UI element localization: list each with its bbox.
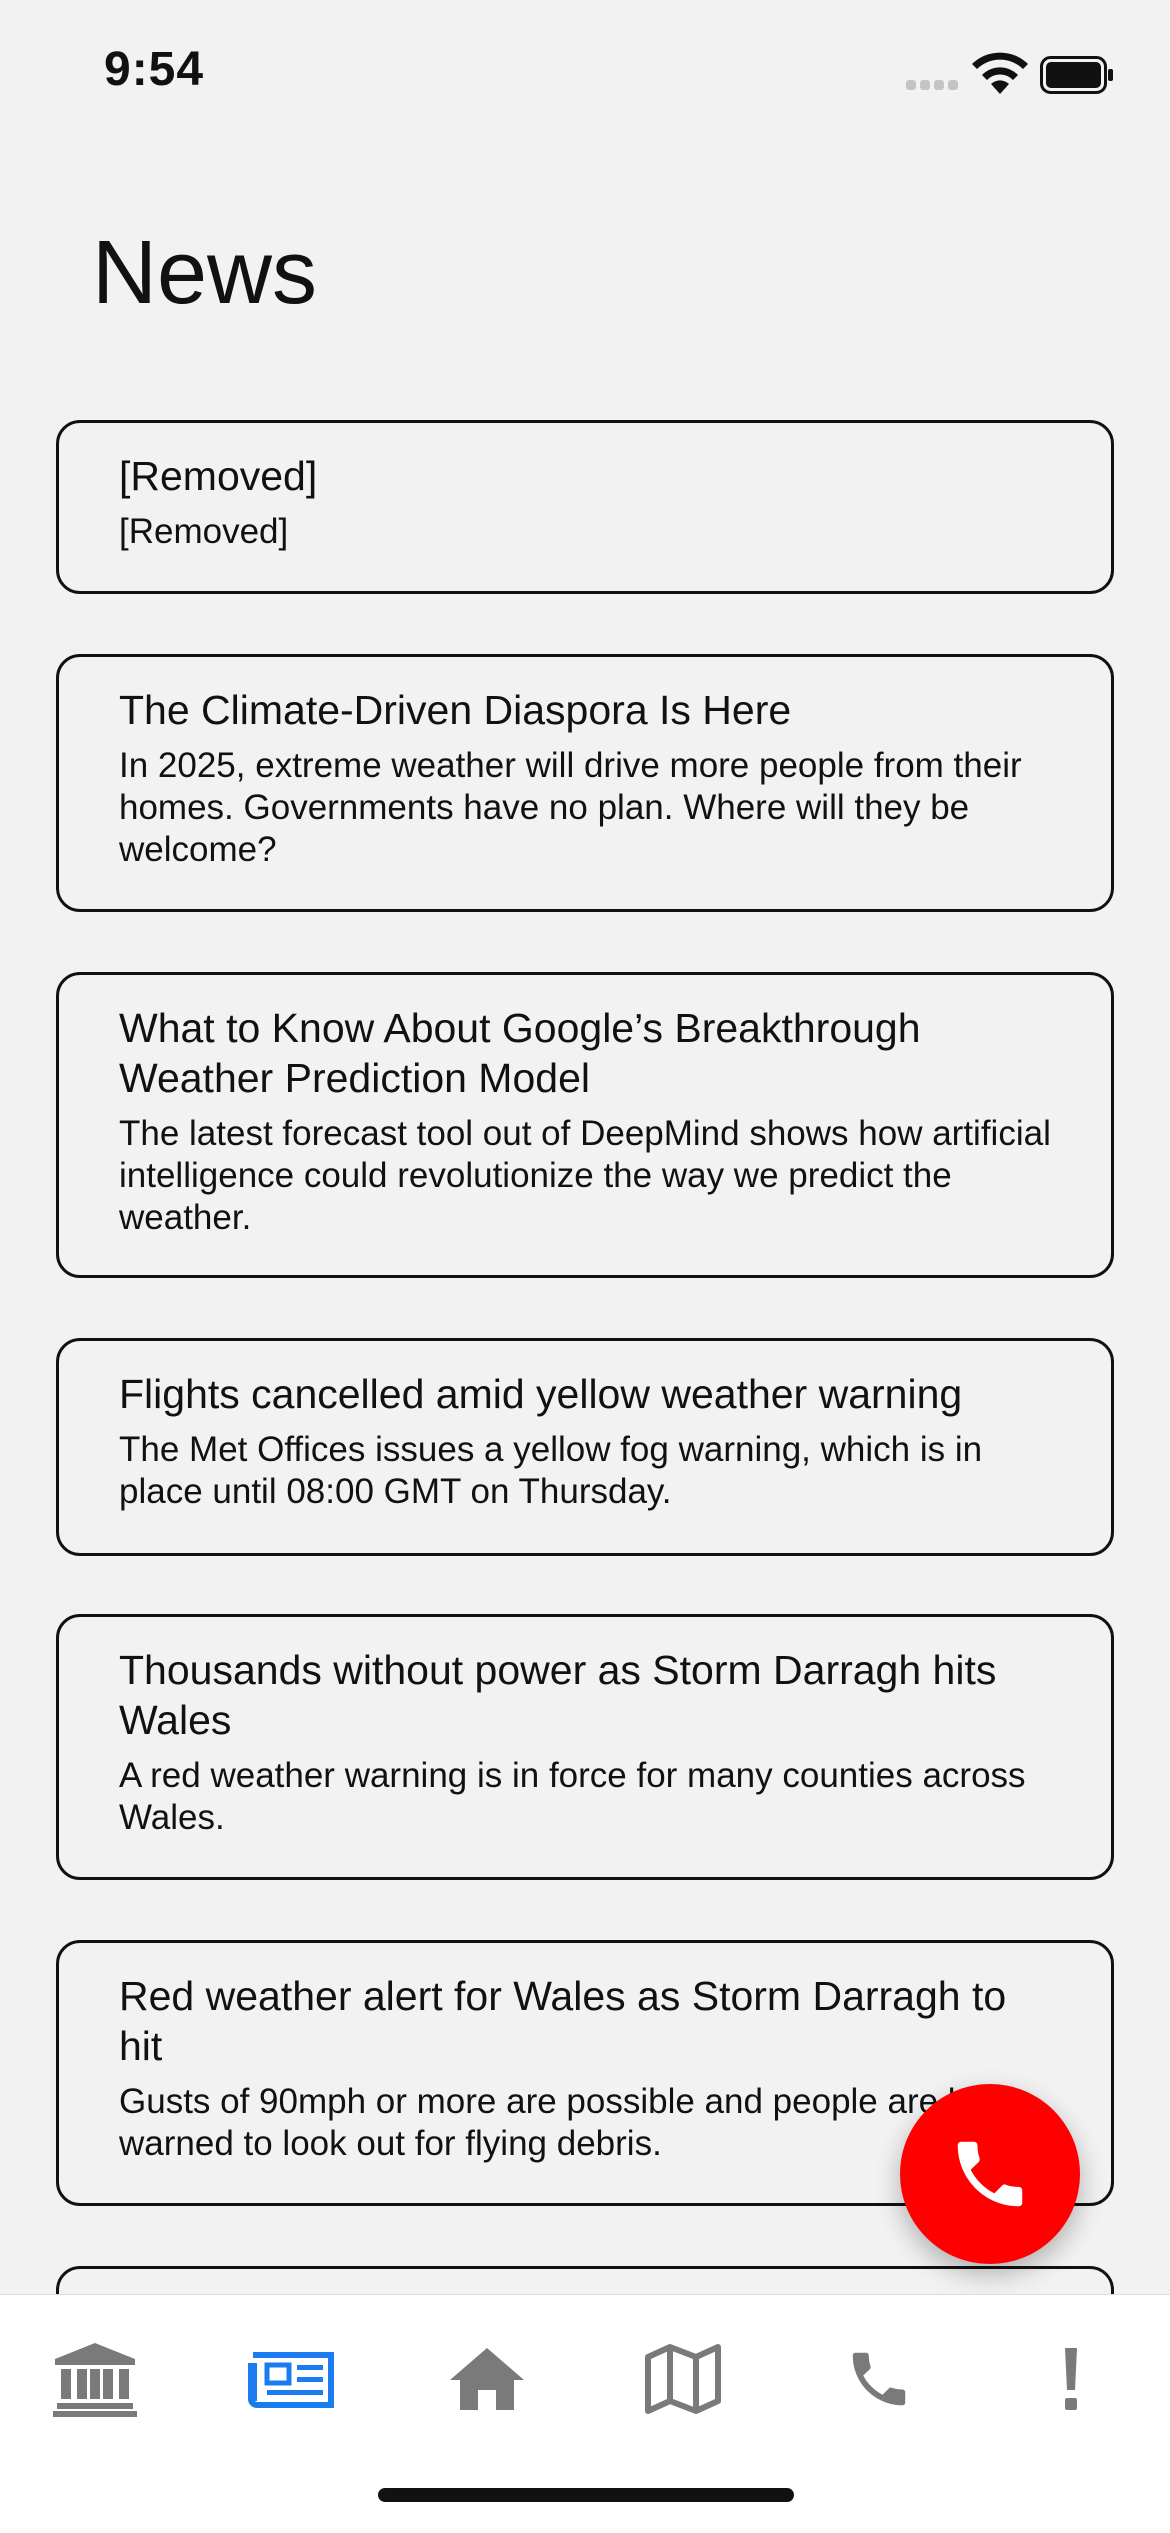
exclamation-icon <box>1065 2348 1077 2410</box>
emergency-call-button[interactable] <box>900 2084 1080 2264</box>
tab-home[interactable] <box>432 2331 542 2427</box>
map-icon <box>645 2344 721 2414</box>
news-card[interactable]: The Climate-Driven Diaspora Is Here In 2… <box>56 654 1114 912</box>
status-bar: 9:54 <box>0 0 1170 150</box>
news-card-title: Red weather alert for Wales as Storm Dar… <box>119 1973 1007 2069</box>
news-card-summary: The Met Offices issues a yellow fog warn… <box>119 1430 983 1511</box>
tab-phone[interactable] <box>824 2331 934 2427</box>
tab-alerts[interactable] <box>1016 2331 1126 2427</box>
newspaper-icon <box>248 2352 334 2408</box>
home-indicator <box>378 2488 794 2502</box>
phone-icon <box>852 2352 906 2406</box>
news-card[interactable]: Flights cancelled amid yellow weather wa… <box>56 1338 1114 1556</box>
news-card-title: What to Know About Google’s Breakthrough… <box>119 1005 921 1101</box>
wifi-icon <box>972 52 1028 94</box>
news-card[interactable]: [Removed] [Removed] <box>56 420 1114 594</box>
news-card-title: Thousands without power as Storm Darragh… <box>119 1647 997 1743</box>
news-card-title: Flights cancelled amid yellow weather wa… <box>119 1371 963 1417</box>
news-card-summary: [Removed] <box>119 512 289 551</box>
news-card-summary: In 2025, extreme weather will drive more… <box>119 746 1022 869</box>
phone-icon <box>957 2141 1023 2207</box>
news-card-summary: A red weather warning is in force for ma… <box>119 1756 1026 1837</box>
status-time: 9:54 <box>104 43 205 96</box>
bank-icon <box>53 2343 137 2417</box>
news-card[interactable]: Thousands without power as Storm Darragh… <box>56 1614 1114 1880</box>
news-card-title: [Removed] <box>119 453 318 499</box>
home-icon <box>450 2348 524 2410</box>
news-card-title: The Climate-Driven Diaspora Is Here <box>119 687 792 733</box>
tab-map[interactable] <box>628 2331 738 2427</box>
news-card-summary: The latest forecast tool out of DeepMind… <box>119 1114 1051 1237</box>
page-title: News <box>92 223 318 323</box>
cellular-signal-icon <box>906 80 958 92</box>
news-card[interactable]: What to Know About Google’s Breakthrough… <box>56 972 1114 1278</box>
battery-icon <box>1040 56 1113 94</box>
tab-news[interactable] <box>236 2331 346 2427</box>
tab-bank[interactable] <box>40 2331 150 2427</box>
